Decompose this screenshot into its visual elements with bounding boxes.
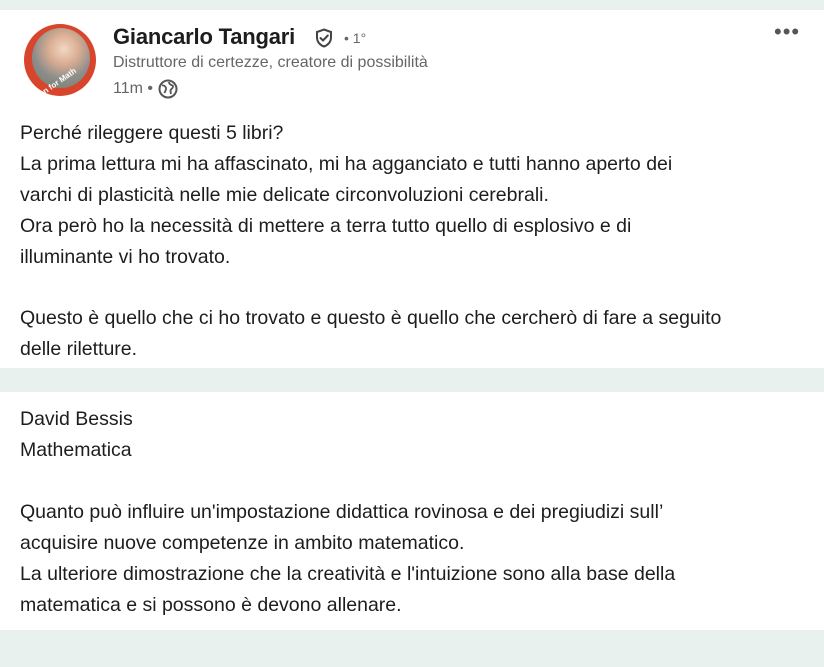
post-body-line: varchi di plasticità nelle mie delicate …	[20, 184, 549, 206]
book-description-line: La ulteriore dimostrazione che la creati…	[20, 563, 676, 585]
book-card: David Bessis Mathematica Quanto può infl…	[0, 392, 824, 630]
book-description-line: Quanto può influire un'impostazione dida…	[20, 501, 664, 523]
author-name[interactable]: Giancarlo Tangari	[113, 24, 295, 50]
post-body-line: illuminante vi ho trovato.	[20, 246, 231, 268]
post-time: 11m •	[113, 80, 153, 97]
globe-icon	[158, 79, 178, 99]
connection-degree: • 1°	[344, 30, 367, 46]
post-body-line: Questo è quello che ci ho trovato e ques…	[20, 307, 722, 329]
more-options-icon[interactable]: •••	[774, 21, 800, 43]
book-description-line: acquisire nuove competenze in ambito mat…	[20, 532, 465, 554]
post-body-line: Ora però ho la necessità di mettere a te…	[20, 215, 632, 237]
author-headline: Distruttore di certezze, creatore di pos…	[113, 54, 428, 71]
verified-shield-icon	[316, 28, 332, 48]
post-card: Open for Math Giancarlo Tangari • 1° Dis…	[0, 10, 824, 368]
author-avatar[interactable]: Open for Math	[24, 24, 96, 96]
book-title: Mathematica	[20, 439, 132, 461]
post-body-line: delle riletture.	[20, 338, 138, 360]
book-author: David Bessis	[20, 408, 133, 430]
post-body-line: Perché rileggere questi 5 libri?	[20, 122, 284, 144]
book-description-line: matematica e si possono è devono allenar…	[20, 594, 402, 616]
post-body-line: La prima lettura mi ha affascinato, mi h…	[20, 153, 673, 175]
post-meta: 11m •	[113, 79, 178, 99]
